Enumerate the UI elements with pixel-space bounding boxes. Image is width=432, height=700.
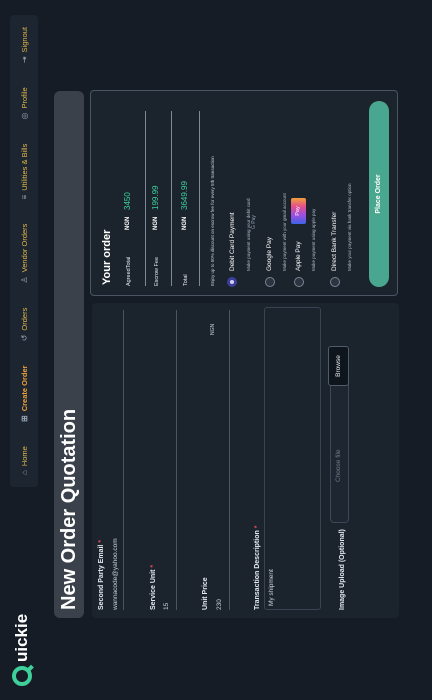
apple-pay-label[interactable]: Apple Pay	[295, 241, 302, 271]
home-icon: ⌂	[19, 470, 29, 475]
price-currency: NGN	[210, 323, 216, 335]
email-label: Second Party Email *	[98, 540, 105, 610]
upload-label: Image Upload (Optional)	[339, 529, 346, 610]
debit-card-radio[interactable]	[227, 277, 237, 287]
price-label: Unit Price	[202, 577, 209, 610]
total-divider	[199, 111, 200, 286]
file-input[interactable]: Choose file	[330, 376, 349, 523]
email-label-text: Second Party Email	[98, 544, 105, 610]
desc-label: Transaction Description *	[254, 526, 261, 610]
google-pay-label[interactable]: Google Pay	[266, 237, 273, 271]
nav-label-utilities: Utilities & Bills	[19, 143, 29, 191]
required-marker: *	[98, 539, 105, 543]
nav-label-signout: Signout	[19, 27, 29, 53]
total-label: Total	[183, 274, 189, 286]
escrow-currency: NGN	[153, 216, 159, 230]
browse-button[interactable]: Browse	[328, 346, 349, 386]
order-form: Second Party Email * wannacode@yahoo.com…	[92, 303, 399, 618]
bank-transfer-desc: Make your payment via bank transfer opti…	[347, 183, 352, 271]
profile-icon: ◎	[19, 112, 29, 120]
nav-item-vendor-orders[interactable]: ♙ Vendor Orders	[20, 224, 29, 284]
desc-label-text: Transaction Description	[254, 530, 261, 610]
google-pay-icon: G Pay	[251, 215, 257, 229]
nav-label-profile: Profile	[19, 87, 29, 109]
history-icon: ↺	[19, 334, 29, 342]
page-title: New Order Quotation	[58, 408, 80, 610]
nav-label-home: Home	[19, 446, 29, 467]
total-value: 3649.99	[180, 181, 189, 210]
user-icon: ♙	[19, 276, 29, 284]
apple-pay-radio[interactable]	[294, 277, 304, 287]
required-marker: *	[254, 525, 261, 529]
escrow-divider	[171, 111, 172, 286]
page-title-bar: New Order Quotation	[54, 91, 84, 618]
nav-item-utilities[interactable]: ≡ Utilities & Bills	[20, 144, 29, 200]
debit-card-label[interactable]: Debit Card Payment	[229, 212, 236, 271]
escrow-value: 199.99	[151, 185, 160, 210]
required-marker: *	[150, 564, 157, 568]
nav-item-home[interactable]: ⌂ Home	[20, 446, 29, 475]
agreed-value: 3450	[123, 192, 132, 210]
agreed-divider	[145, 111, 146, 286]
unit-field[interactable]: 15	[163, 603, 170, 610]
app-screen: uickie ⌂ Home ⊞ Create Order ↺ Orders ♙ …	[0, 0, 432, 700]
logo-icon	[12, 666, 32, 686]
order-heading: Your order	[101, 229, 113, 285]
apple-pay-icon: Pay	[291, 198, 306, 224]
email-underline	[123, 310, 124, 610]
list-icon: ≡	[19, 194, 29, 200]
signout-icon: ⇥	[19, 56, 29, 64]
nav-item-signout[interactable]: ⇥ Signout	[20, 27, 29, 63]
description-value: My shipment	[268, 569, 275, 606]
bank-transfer-radio[interactable]	[330, 277, 340, 287]
unit-underline	[176, 310, 177, 610]
brand-logo[interactable]: uickie	[12, 614, 32, 686]
escrow-label: Escrow Fee	[154, 256, 160, 286]
nav-label-create-order: Create Order	[19, 365, 29, 412]
nav-label-orders: Orders	[19, 307, 29, 331]
bank-transfer-label[interactable]: Direct Bank Transfer	[331, 212, 338, 271]
choose-file-text: Choose file	[335, 449, 342, 482]
price-field[interactable]: 230	[216, 599, 223, 610]
nav-label-vendor-orders: Vendor Orders	[19, 223, 29, 273]
order-summary: Your order AgreedTotal NGN 3450 Escrow F…	[90, 90, 398, 296]
total-currency: NGN	[182, 216, 188, 230]
agreed-label: AgreedTotal	[126, 256, 132, 286]
description-textarea[interactable]: My shipment	[264, 307, 321, 610]
email-field[interactable]: wannacode@yahoo.com	[112, 538, 119, 610]
brand-name: uickie	[12, 613, 31, 662]
nav-item-orders[interactable]: ↺ Orders	[20, 308, 29, 342]
nav-item-create-order[interactable]: ⊞ Create Order	[20, 365, 29, 422]
unit-label: Service Unit *	[150, 565, 157, 610]
create-order-icon: ⊞	[19, 415, 29, 422]
apple-pay-desc: Make payment using apple pay	[311, 208, 316, 271]
discount-note: Enjoy up to 50% discount on escrow fee f…	[210, 156, 215, 286]
google-pay-desc: Make payment with your gmail account	[282, 193, 287, 271]
place-order-button[interactable]: Place Order	[369, 101, 389, 287]
unit-label-text: Service Unit	[150, 569, 157, 610]
top-nav: ⌂ Home ⊞ Create Order ↺ Orders ♙ Vendor …	[10, 15, 38, 487]
nav-item-profile[interactable]: ◎ Profile	[20, 87, 29, 119]
price-underline	[229, 310, 230, 610]
agreed-currency: NGN	[125, 216, 131, 230]
google-pay-radio[interactable]	[265, 277, 275, 287]
debit-card-desc: Make payment using your debit card	[246, 198, 251, 271]
